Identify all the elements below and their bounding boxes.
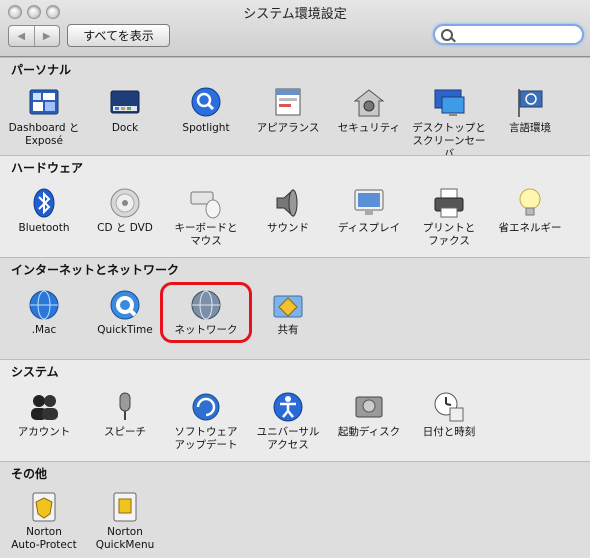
pane-universal-access[interactable]: ユニバーサル アクセス — [248, 390, 328, 452]
pane-speech[interactable]: スピーチ — [85, 390, 165, 439]
international-flag-icon — [518, 89, 543, 117]
norton-autoprotect-icon — [32, 492, 56, 522]
accounts-icon — [31, 395, 58, 420]
section-title: ハードウェア — [11, 161, 84, 175]
back-button[interactable]: ◀ — [9, 26, 34, 46]
pane-international[interactable]: 言語環境 — [490, 86, 570, 135]
pane-label: キーボードと マウス — [174, 222, 238, 247]
dock-icon — [110, 90, 140, 114]
pane-label: 日付と時刻 — [422, 426, 476, 438]
show-all-button[interactable]: すべてを表示 — [67, 24, 170, 47]
pane-label: Norton Auto-Protect — [11, 526, 77, 551]
norton-quickmenu-icon — [113, 492, 137, 522]
title-toolbar: システム環境設定 ◀ ▶ すべてを表示 — [0, 0, 590, 57]
pane-software-update[interactable]: ソフトウェア アップデート — [166, 390, 246, 452]
pane-label: 言語環境 — [509, 122, 551, 134]
search-icon — [441, 29, 453, 41]
security-house-icon — [353, 89, 385, 117]
bluetooth-icon — [33, 188, 55, 218]
pane-label: QuickTime — [97, 324, 153, 336]
startup-disk-icon — [355, 396, 383, 418]
pane-label: ソフトウェア アップデート — [174, 426, 238, 451]
date-time-icon — [434, 392, 464, 422]
microphone-icon — [119, 392, 131, 420]
pane-label: Norton QuickMenu — [95, 526, 155, 551]
pane-displays[interactable]: ディスプレイ — [329, 186, 409, 235]
search-input[interactable] — [457, 27, 583, 45]
pane-norton-quickmenu[interactable]: Norton QuickMenu — [85, 490, 165, 552]
pane-label: Dock — [111, 122, 139, 134]
pane-label: アカウント — [17, 426, 71, 438]
section-title: システム — [11, 365, 59, 379]
pane-sound[interactable]: サウンド — [248, 186, 328, 235]
sharing-folder-icon — [273, 295, 303, 318]
window-title: システム環境設定 — [243, 7, 347, 22]
pane-label: CD と DVD — [97, 222, 153, 234]
pane-label: Spotlight — [182, 122, 230, 134]
pane-quicktime[interactable]: QuickTime — [85, 288, 165, 337]
section-system: システム アカウント スピーチ ソフトウェア アップデート ユニバーサル アクセ… — [0, 359, 590, 461]
universal-access-icon — [273, 392, 303, 422]
lightbulb-icon — [519, 188, 541, 216]
keyboard-mouse-icon — [190, 191, 221, 219]
pane-print-fax[interactable]: プリントと ファクス — [409, 186, 489, 248]
pane-label: .Mac — [31, 324, 57, 336]
pane-label: プリントと ファクス — [422, 222, 476, 247]
pane-appearance[interactable]: アピアランス — [248, 86, 328, 135]
search-field[interactable] — [433, 24, 584, 45]
pane-bluetooth[interactable]: Bluetooth — [4, 186, 84, 235]
section-personal: パーソナル Dashboard と Exposé Dock Spotlight … — [0, 57, 590, 160]
pane-label: Dashboard と Exposé — [8, 122, 80, 147]
back-forward-control: ◀ ▶ — [8, 25, 60, 47]
pane-label: Bluetooth — [18, 222, 70, 234]
section-title: インターネットとネットワーク — [11, 263, 180, 277]
display-icon — [354, 189, 384, 215]
pane-energy-saver[interactable]: 省エネルギー — [490, 186, 570, 235]
software-update-icon — [192, 393, 220, 421]
pane-desktop-screensaver[interactable]: デスクトップと スクリーンセーバ — [409, 86, 489, 161]
pane-label: ユニバーサル アクセス — [256, 426, 320, 451]
forward-button[interactable]: ▶ — [33, 26, 60, 46]
pane-dashboard-expose[interactable]: Dashboard と Exposé — [4, 86, 84, 148]
cd-dvd-icon — [110, 188, 140, 218]
pane-label: スピーチ — [104, 426, 146, 438]
dotmac-globe-icon — [29, 290, 59, 320]
pane-cd-dvd[interactable]: CD と DVD — [85, 186, 165, 235]
pane-label: アピアランス — [256, 122, 320, 134]
pane-dock[interactable]: Dock — [85, 86, 165, 135]
section-title: パーソナル — [11, 63, 72, 77]
highlight-annotation — [160, 282, 252, 343]
section-title: その他 — [11, 467, 48, 481]
pane-label: 共有 — [277, 324, 299, 336]
desktop-screensaver-icon — [434, 89, 465, 116]
section-other: その他 Norton Auto-Protect Norton QuickMenu — [0, 461, 590, 558]
speaker-icon — [276, 188, 298, 218]
printer-icon — [434, 188, 464, 218]
pane-accounts[interactable]: アカウント — [4, 390, 84, 439]
system-preferences-window: システム環境設定 ◀ ▶ すべてを表示 パーソナル Dashboard と Ex… — [0, 0, 590, 558]
spotlight-icon — [191, 87, 221, 117]
pane-spotlight[interactable]: Spotlight — [166, 86, 246, 135]
pane-sharing[interactable]: 共有 — [248, 288, 328, 337]
pane-date-time[interactable]: 日付と時刻 — [409, 390, 489, 439]
pane-norton-autoprotect[interactable]: Norton Auto-Protect — [4, 490, 84, 552]
pane-label: セキュリティ — [337, 122, 401, 134]
pane-security[interactable]: セキュリティ — [329, 86, 409, 135]
pane-keyboard-mouse[interactable]: キーボードと マウス — [166, 186, 246, 248]
section-internet-network: インターネットとネットワーク .Mac QuickTime ネットワーク 共有 — [0, 257, 590, 359]
pane-label: 起動ディスク — [337, 426, 401, 438]
appearance-icon — [275, 88, 301, 116]
pane-dotmac[interactable]: .Mac — [4, 288, 84, 337]
pane-label: 省エネルギー — [498, 222, 562, 234]
pane-label: ディスプレイ — [337, 222, 401, 234]
pane-label: サウンド — [267, 222, 309, 234]
pane-startup-disk[interactable]: 起動ディスク — [329, 390, 409, 439]
dashboard-expose-icon — [29, 89, 59, 115]
section-hardware: ハードウェア Bluetooth CD と DVD キーボードと マウス サウン… — [0, 155, 590, 257]
quicktime-icon — [110, 290, 140, 320]
